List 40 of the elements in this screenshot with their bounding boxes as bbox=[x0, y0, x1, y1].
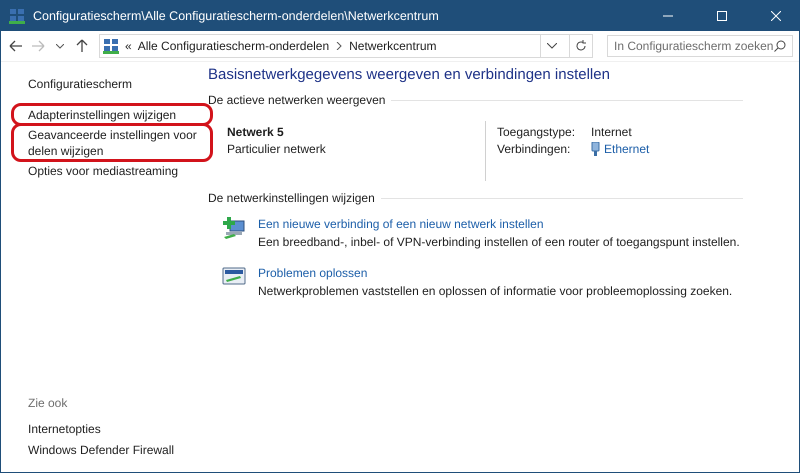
ethernet-icon bbox=[591, 142, 600, 156]
search-icon bbox=[774, 40, 786, 52]
sidebar-link[interactable]: Adapterinstellingen wijzigen bbox=[28, 107, 176, 123]
task-link[interactable]: Een nieuwe verbinding of een nieuw netwerk instellen bbox=[258, 217, 740, 231]
maximize-icon bbox=[717, 10, 727, 20]
network-name: Netwerk 5 bbox=[227, 125, 285, 139]
detail-label: Verbindingen: bbox=[497, 142, 572, 156]
refresh-icon bbox=[575, 40, 587, 52]
sidebar-link[interactable]: Internetopties bbox=[28, 421, 101, 437]
forward-arrow-icon bbox=[31, 40, 45, 52]
task-description: Een breedband-, inbel- of VPN-verbinding instellen of een router of toegangspunt instellen. bbox=[258, 235, 740, 249]
page-title: Basisnetwerkgegevens weergeven en verbindingen instellen bbox=[208, 66, 611, 83]
network-category: Particulier netwerk bbox=[227, 142, 327, 156]
section-heading: De netwerkinstellingen wijzigen bbox=[208, 191, 375, 205]
up-arrow-icon bbox=[76, 39, 88, 53]
window-title: Configuratiescherm\Alle Configuratiescherm-onderdelen\Netwerkcentrum bbox=[33, 8, 440, 22]
back-arrow-icon bbox=[9, 40, 23, 52]
address-bar[interactable]: « Alle Configuratiescherm-onderdelen Netwerkcentrum bbox=[99, 34, 593, 58]
connection-link[interactable]: Ethernet bbox=[604, 142, 650, 156]
network-add-icon bbox=[222, 217, 246, 239]
sidebar-link[interactable]: Windows Defender Firewall bbox=[28, 442, 174, 458]
detail-value: Internet bbox=[591, 125, 632, 139]
breadcrumb[interactable]: Alle Configuratiescherm-onderdelen bbox=[138, 39, 330, 53]
detail-label: Toegangstype: bbox=[497, 125, 576, 139]
search-field[interactable]: In Configuratiescherm zoeken bbox=[607, 35, 793, 57]
control-panel-icon bbox=[9, 8, 25, 24]
caret-icon bbox=[56, 44, 64, 48]
section-heading: Zie ook bbox=[28, 396, 68, 410]
breadcrumb[interactable]: Netwerkcentrum bbox=[349, 39, 436, 53]
sidebar-link[interactable]: Opties voor mediastreaming bbox=[28, 163, 178, 179]
chevron-right-icon bbox=[335, 42, 344, 50]
caret-icon bbox=[547, 43, 557, 49]
task-link[interactable]: Problemen oplossen bbox=[258, 266, 732, 280]
section-heading: De actieve netwerken weergeven bbox=[208, 93, 386, 107]
close-icon bbox=[771, 10, 781, 20]
sidebar-link[interactable]: Geavanceerde instellingen voor delen wijzigen bbox=[28, 127, 198, 159]
task-description: Netwerkproblemen vaststellen en oplossen of informatie voor probleemoplossing zoeken. bbox=[258, 284, 732, 298]
control-panel-icon bbox=[103, 38, 119, 54]
overflow-chevron[interactable]: « bbox=[125, 39, 132, 53]
sidebar-link[interactable]: Configuratiescherm bbox=[28, 76, 132, 92]
